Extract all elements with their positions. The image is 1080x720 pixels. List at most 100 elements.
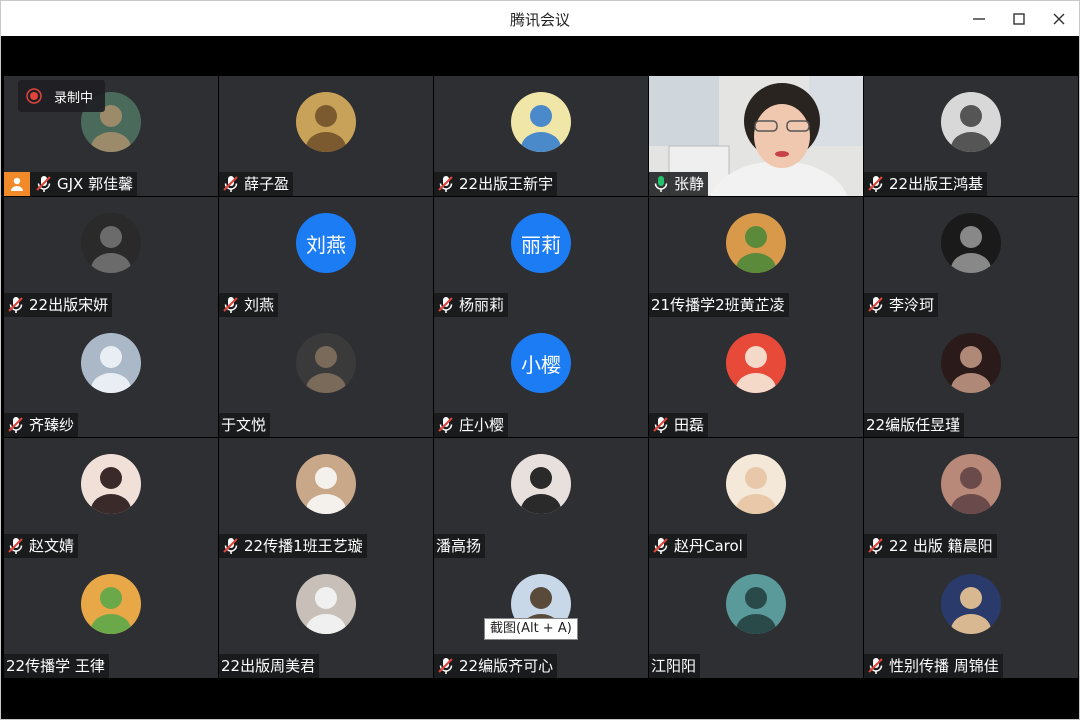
- mic-muted-icon: [438, 417, 453, 433]
- participant-nametag: 22出版王鸿基: [864, 172, 988, 196]
- avatar: [296, 574, 356, 634]
- mic-on-icon: [654, 176, 668, 192]
- participant-tile[interactable]: 于文悦: [219, 317, 433, 437]
- participant-nametag: 田磊: [649, 413, 709, 437]
- participant-tile[interactable]: 22 出版 籍晨阳: [864, 438, 1078, 558]
- mic-muted-icon: [653, 538, 668, 554]
- participant-name: 22编版齐可心: [459, 657, 554, 675]
- participant-name: 张静: [674, 175, 705, 193]
- participant-nametag: 22编版齐可心: [434, 654, 558, 678]
- mic-muted-icon: [8, 297, 23, 313]
- participant-tile[interactable]: 22出版宋妍: [4, 197, 218, 317]
- participant-name: 22传播1班王艺璇: [244, 537, 363, 555]
- avatar: [726, 454, 786, 514]
- avatar: [511, 454, 571, 514]
- participant-nametag: 杨丽莉: [434, 293, 509, 317]
- participant-nametag: 22出版宋妍: [4, 293, 113, 317]
- avatar-photo: [726, 454, 786, 514]
- mic-muted-icon: [8, 417, 23, 433]
- participant-tile[interactable]: 李泠珂: [864, 197, 1078, 317]
- avatar-photo: [81, 454, 141, 514]
- participant-nametag: 潘高扬: [434, 534, 486, 558]
- recording-indicator[interactable]: 录制中: [18, 80, 106, 112]
- avatar: [81, 333, 141, 393]
- participant-tile[interactable]: 性别传播 周锦佳: [864, 558, 1078, 678]
- mic-muted-icon: [8, 538, 23, 554]
- avatar-photo: [296, 454, 356, 514]
- avatar-photo: [941, 454, 1001, 514]
- avatar-photo: [296, 333, 356, 393]
- mic-muted-icon: [868, 658, 883, 674]
- participant-tile[interactable]: 丽莉 杨丽莉: [434, 197, 648, 317]
- participant-tile[interactable]: 潘高扬: [434, 438, 648, 558]
- host-icon: [4, 172, 30, 196]
- avatar-photo: [296, 574, 356, 634]
- participant-nametag: 性别传播 周锦佳: [864, 654, 1003, 678]
- minimize-button[interactable]: [959, 1, 999, 36]
- close-button[interactable]: [1039, 1, 1079, 36]
- participant-tile[interactable]: 22编版任昱瑾: [864, 317, 1078, 437]
- avatar-photo: [511, 454, 571, 514]
- participant-tile[interactable]: 22出版王新宇: [434, 76, 648, 196]
- avatar-photo: [296, 92, 356, 152]
- avatar-photo: [511, 92, 571, 152]
- participant-name: 杨丽莉: [459, 296, 505, 314]
- participant-tile[interactable]: 小樱庄小樱: [434, 317, 648, 437]
- participant-nametag: 庄小樱: [434, 413, 509, 437]
- participant-nametag: 李泠珂: [864, 293, 939, 317]
- participant-nametag: 22出版周美君: [219, 654, 320, 678]
- participant-tile[interactable]: 齐臻纱: [4, 317, 218, 437]
- participant-tile[interactable]: 刘燕 刘燕: [219, 197, 433, 317]
- participant-name: 21传播学2班黄芷凌: [651, 296, 785, 314]
- minimize-icon: [973, 18, 985, 20]
- participant-tile[interactable]: 田磊: [649, 317, 863, 437]
- participant-name: 庄小樱: [459, 416, 505, 434]
- close-icon: [1053, 13, 1065, 25]
- avatar: 小樱: [511, 333, 571, 393]
- avatar-photo: [941, 333, 1001, 393]
- avatar: [726, 333, 786, 393]
- participant-tile[interactable]: 22传播学 王律: [4, 558, 218, 678]
- avatar-photo: [941, 574, 1001, 634]
- participant-name: 性别传播 周锦佳: [889, 657, 999, 675]
- avatar: [726, 213, 786, 273]
- title-bar[interactable]: 腾讯会议: [1, 1, 1079, 36]
- maximize-button[interactable]: [999, 1, 1039, 36]
- participant-nametag: 张静: [649, 172, 709, 196]
- participant-tile[interactable]: 赵文婧: [4, 438, 218, 558]
- participant-grid: GJX 郭佳馨 薛子盈 22出版王新宇 张静 22出版王鸿基 22出版宋妍 刘燕 刘燕 丽莉 杨丽…: [4, 76, 1079, 679]
- participant-tile[interactable]: 江阳阳: [649, 558, 863, 678]
- avatar: [296, 333, 356, 393]
- participant-nametag: 赵丹Carol: [649, 534, 747, 558]
- participant-tile[interactable]: 22出版王鸿基: [864, 76, 1078, 196]
- mic-muted-icon: [868, 297, 883, 313]
- avatar-photo: [81, 333, 141, 393]
- window-controls: [959, 1, 1079, 36]
- participant-nametag: 21传播学2班黄芷凌: [649, 293, 789, 317]
- participant-tile[interactable]: 22出版周美君: [219, 558, 433, 678]
- participant-nametag: 齐臻纱: [4, 413, 79, 437]
- mic-muted-icon: [868, 538, 883, 554]
- participant-name: 齐臻纱: [29, 416, 75, 434]
- avatar: [81, 454, 141, 514]
- mic-muted-icon: [868, 176, 883, 192]
- avatar: [941, 213, 1001, 273]
- participant-tile[interactable]: 张静: [649, 76, 863, 196]
- mic-muted-icon: [653, 417, 668, 433]
- participant-tile[interactable]: 赵丹Carol: [649, 438, 863, 558]
- participant-name: 田磊: [674, 416, 705, 434]
- participant-tile[interactable]: 22传播1班王艺璇: [219, 438, 433, 558]
- participant-name: 22出版宋妍: [29, 296, 109, 314]
- participant-tile[interactable]: 薛子盈: [219, 76, 433, 196]
- participant-name: 赵丹Carol: [674, 537, 743, 555]
- participant-name: 赵文婧: [29, 537, 75, 555]
- avatar-photo: [941, 213, 1001, 273]
- participant-tile[interactable]: 21传播学2班黄芷凌: [649, 197, 863, 317]
- participant-name: 22出版王新宇: [459, 175, 554, 193]
- participant-name: 于文悦: [221, 416, 267, 434]
- avatar: [941, 574, 1001, 634]
- participant-name: 薛子盈: [244, 175, 290, 193]
- maximize-icon: [1013, 13, 1025, 25]
- avatar: [296, 454, 356, 514]
- participant-nametag: 刘燕: [219, 293, 279, 317]
